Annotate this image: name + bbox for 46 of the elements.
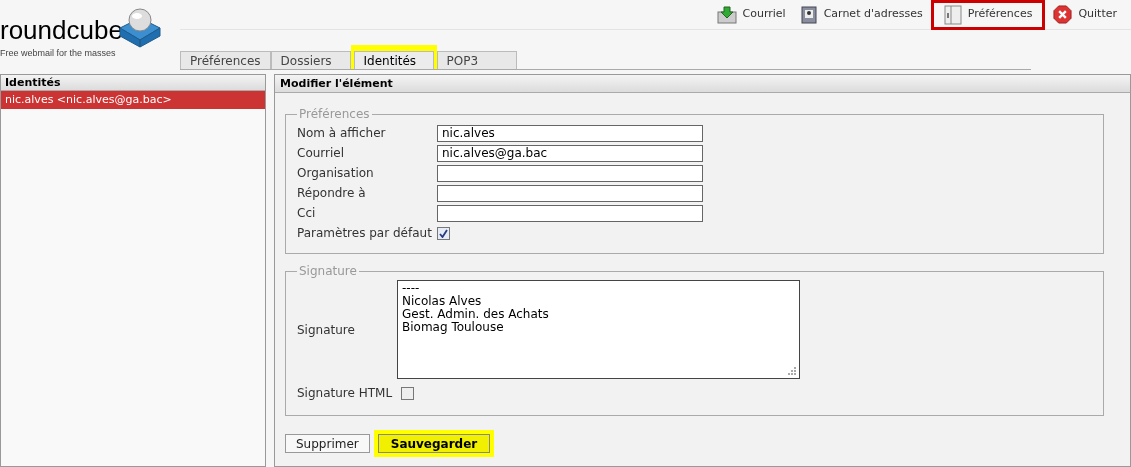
text-field[interactable]	[437, 184, 703, 202]
nav-link[interactable]: Carnet d'adresses	[793, 0, 929, 30]
field-label: Nom à afficher	[297, 125, 387, 142]
field-label: Signature	[297, 321, 356, 339]
logo-text: roundcube	[0, 18, 123, 42]
checkbox[interactable]	[401, 386, 414, 400]
nav-label: Préférences	[967, 6, 1033, 23]
delete-button[interactable]: Supprimer	[285, 434, 370, 453]
field-label: Paramètres par défaut	[297, 225, 433, 242]
tab[interactable]: Dossiers	[270, 51, 351, 69]
field-label: Cci	[297, 205, 317, 222]
nav-label: Quitter	[1078, 6, 1117, 23]
nav-link[interactable]: Courriel	[710, 0, 792, 30]
field-label: Répondre à	[297, 185, 367, 202]
address-book-icon	[799, 5, 818, 24]
nav-label: Courriel	[742, 6, 786, 23]
text-field[interactable]: nic.alves	[437, 124, 703, 142]
tab[interactable]: Identités	[350, 45, 437, 69]
text-field[interactable]	[437, 164, 703, 182]
field-label: Courriel	[297, 145, 346, 162]
resize-grip-icon[interactable]	[788, 367, 797, 376]
signature-line: Gest. Admin. des Achats	[402, 308, 549, 321]
nav-link[interactable]: Quitter	[1047, 0, 1123, 30]
tab[interactable]: POP3	[436, 51, 517, 69]
panel-icon	[943, 4, 962, 25]
signature-line: Biomag Toulouse	[402, 321, 504, 334]
field-label: Organisation	[297, 165, 375, 182]
signature-textarea[interactable]: ---- Nicolas Alves Gest. Admin. des Achats Biomag Toulouse	[397, 280, 800, 379]
nav-link[interactable]: Préférences	[930, 0, 1046, 30]
field-label: Signature HTML	[297, 385, 394, 402]
nav-label: Carnet d'adresses	[823, 6, 923, 23]
identity-row[interactable]: nic.alves <nic.alves@ga.bac>	[1, 91, 265, 109]
text-field[interactable]	[437, 204, 703, 222]
tab[interactable]: Préférences	[180, 51, 271, 69]
save-button[interactable]: Sauvegarder	[377, 434, 491, 453]
panel-header: Identités	[1, 75, 265, 91]
fieldset-legend: Préférences	[297, 105, 372, 123]
inbox-arrow-icon	[716, 5, 737, 24]
close-icon	[1053, 5, 1073, 24]
signature-line: Nicolas Alves	[402, 295, 482, 308]
checkbox[interactable]	[437, 226, 450, 240]
text-field[interactable]: nic.alves@ga.bac	[437, 144, 703, 162]
fieldset-legend: Signature	[297, 262, 359, 280]
panel-header: Modifier l'élément	[275, 75, 1130, 93]
signature-line: ----	[402, 282, 420, 295]
logo-tagline: Free webmail for the masses	[0, 48, 116, 58]
